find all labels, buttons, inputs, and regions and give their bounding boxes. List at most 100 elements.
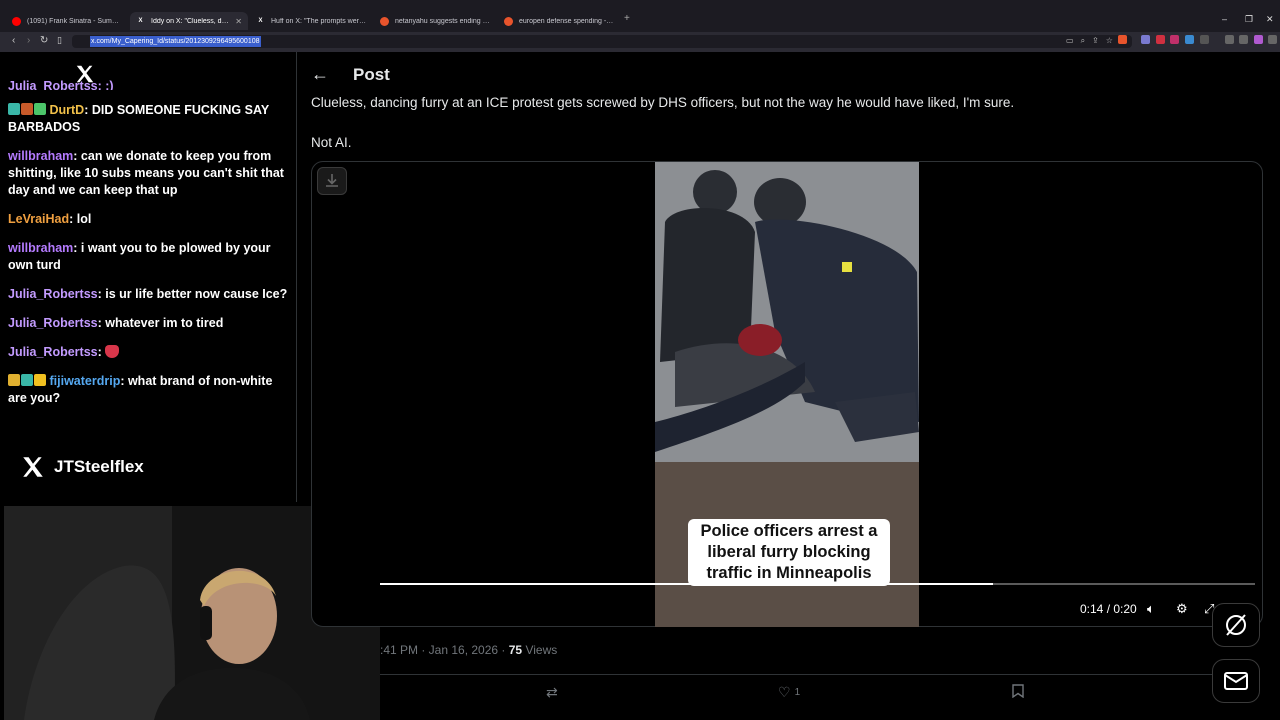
tab-4[interactable]: netanyahu suggests ending US aid t (374, 12, 496, 30)
new-tab-icon[interactable]: + (624, 13, 630, 24)
tweet-text: Clueless, dancing furry at an ICE protes… (311, 95, 1015, 110)
like-count: 1 (794, 687, 801, 698)
close-window-icon[interactable]: ✕ (1266, 14, 1274, 25)
close-tab-icon[interactable]: ✕ (235, 17, 242, 26)
tab-5[interactable]: europen defense spending - Brave Se (498, 12, 620, 30)
extension-icon[interactable] (1225, 35, 1234, 44)
video-progress-fill (380, 583, 993, 585)
download-icon (326, 174, 338, 187)
bits-badge-icon (34, 374, 46, 386)
volume-icon[interactable]: 🔈︎ (1147, 601, 1155, 617)
reload-icon[interactable]: ↻ (40, 35, 48, 46)
like-button[interactable]: ♡ 1 (778, 684, 800, 701)
tweet-meta: :41 PM · Jan 16, 2026 · 75 Views (380, 643, 557, 657)
brave-shield-icon[interactable] (1118, 35, 1127, 44)
grok-button[interactable] (1212, 603, 1260, 647)
post-header: ← Post (311, 64, 390, 85)
chat-message: Julia_Robertss: is ur life better now ca… (8, 286, 292, 303)
brave-search-icon (380, 16, 389, 26)
chat-username: LeVraiHad (8, 212, 70, 226)
bookmark-button[interactable] (1012, 684, 1024, 698)
tab-title: netanyahu suggests ending US aid t (395, 17, 490, 25)
chat-username: willbraham (8, 241, 74, 255)
restore-icon[interactable]: ❐ (1245, 14, 1253, 25)
zoom-icon[interactable]: ⌕ (1081, 36, 1085, 46)
extension-icon[interactable] (1156, 35, 1165, 44)
chat-message: DurtD: DID SOMEONE FUCKING SAY BARBADOS (8, 102, 292, 136)
crown-badge-icon (8, 374, 20, 386)
x-icon: X (258, 18, 263, 24)
tab-3[interactable]: X Huff on X: "The prompts were simple (250, 12, 372, 30)
chat-username: DurtD (49, 103, 85, 117)
chat-text: : (97, 345, 106, 359)
wallet-icon[interactable] (1254, 35, 1263, 44)
chat-message: willbraham: can we donate to keep you fr… (8, 148, 292, 199)
tab-title: Iddy on X: "Clueless, dancing fu (151, 17, 230, 25)
chat-badges (8, 103, 46, 115)
extension-icon[interactable] (1185, 35, 1194, 44)
tweet-text-line2: Not AI. (311, 135, 352, 150)
extension-icon[interactable] (1141, 35, 1150, 44)
download-video-button[interactable] (317, 167, 347, 195)
chat-message: willbraham: i want you to be plowed by y… (8, 240, 292, 274)
bookmark-icon[interactable]: ▯ (57, 35, 62, 46)
browser-tab-bar: (1091) Frank Sinatra - Summer Wind X Idd… (0, 0, 1280, 32)
sidebar-icon[interactable] (1239, 35, 1248, 44)
extension-icon[interactable] (1200, 35, 1209, 44)
chat-message: LeVraiHad: lol (8, 211, 292, 228)
views-label: Views (522, 643, 558, 657)
forward-icon[interactable]: › (27, 35, 30, 46)
chat-text: : whatever im to tired (97, 316, 224, 330)
retweet-button[interactable]: ⇄ (546, 684, 558, 701)
video-progress-bar[interactable] (380, 583, 1255, 585)
chat-username: fijiwaterdrip (49, 374, 121, 388)
tab-1[interactable]: (1091) Frank Sinatra - Summer Wind (6, 12, 128, 30)
chat-username: willbraham (8, 149, 74, 163)
video-caption: Police officers arrest a liberal furry b… (688, 519, 890, 586)
menu-icon[interactable] (1268, 35, 1277, 44)
devil-emote-icon (105, 345, 120, 358)
chat-text: : DID SOMEONE FUCKING SAY BARBADOS (8, 103, 269, 134)
streamer-handle: JTSteelflex (20, 454, 144, 480)
heart-icon: ♡ (778, 684, 791, 700)
reader-icon[interactable]: ▭ (1066, 36, 1074, 46)
chat-partial-text: Julia_Robertss: ;) (8, 80, 114, 90)
url-text[interactable]: x.com/My_Capering_Id/status/201230929649… (90, 36, 261, 47)
sub-badge-icon (8, 103, 20, 115)
tab-title: europen defense spending - Brave Se (519, 17, 614, 25)
back-icon[interactable]: ‹ (12, 35, 15, 46)
url-actions: ▭ ⌕ ⇪ ☆ (1066, 36, 1113, 46)
chat-text: : is ur life better now cause Ice? (97, 287, 288, 301)
chat-username: Julia_Robertss (8, 316, 98, 330)
chat-username: Julia_Robertss (8, 287, 98, 301)
bits-badge-icon (21, 103, 33, 115)
settings-gear-icon[interactable]: ⚙ (1176, 601, 1188, 617)
page-title: Post (353, 64, 390, 84)
brave-search-icon (504, 16, 513, 26)
tab-2-active[interactable]: X Iddy on X: "Clueless, dancing fu ✕ (130, 12, 248, 30)
chat-username: Julia_Robertss (8, 345, 98, 359)
messages-button[interactable] (1212, 659, 1260, 703)
chat-text: : what brand of non-white are you? (8, 374, 273, 405)
tab-title: Huff on X: "The prompts were simple (271, 17, 366, 25)
bookmark-icon (1012, 684, 1024, 698)
handle-text: JTSteelflex (54, 457, 144, 476)
chat-badges (8, 374, 46, 386)
chat-message: Julia_Robertss: whatever im to tired (8, 315, 292, 332)
video-time: 0:14 / 0:20 (1080, 602, 1137, 616)
tab-title: (1091) Frank Sinatra - Summer Wind (27, 17, 122, 25)
x-icon: X (138, 18, 143, 24)
sub-badge-icon (21, 374, 33, 386)
tweet-timestamp[interactable]: :41 PM · Jan 16, 2026 · (380, 643, 509, 657)
extension-icon[interactable] (1170, 35, 1179, 44)
action-bar-divider (380, 674, 1240, 675)
chat-text: : lol (69, 212, 92, 226)
share-icon[interactable]: ⇪ (1092, 36, 1099, 46)
mail-icon (1224, 672, 1248, 690)
views-count: 75 (508, 643, 523, 657)
grok-icon (1226, 614, 1246, 636)
retweet-icon: ⇄ (546, 684, 558, 700)
bookmark-star-icon[interactable]: ☆ (1106, 36, 1113, 46)
minimize-icon[interactable]: – (1222, 14, 1227, 24)
back-arrow-icon[interactable]: ← (311, 64, 329, 85)
